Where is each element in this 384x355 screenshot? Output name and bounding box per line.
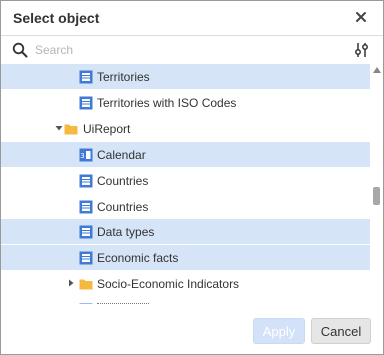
tree-item[interactable]: Data types [1,219,370,244]
calendar-dictionary-icon: 3 [79,148,93,162]
tree-item[interactable]: Territories [1,64,370,89]
dialog-footer: Apply Cancel [1,306,383,354]
tree-folder[interactable]: Socio-Economic Indicators [1,271,370,296]
folder-icon [79,279,93,290]
scrollbar-thumb[interactable] [373,187,380,205]
table-icon [79,251,93,265]
tree-item-label: Economic facts [97,251,179,265]
filter-settings-icon[interactable] [353,42,371,58]
tree-folder-label: UiReport [83,122,131,136]
tree-item-label: Territories [97,70,150,84]
table-icon [79,225,93,239]
svg-text:3: 3 [80,152,84,160]
dialog-title: Select object [13,10,100,26]
table-icon [79,96,93,110]
tree-scrollbar[interactable] [371,64,383,304]
tree-item[interactable]: Countries [1,194,370,219]
scroll-up-arrow-icon[interactable] [373,67,381,73]
tree-item-label: Countries [97,174,149,188]
folder-icon [64,124,78,135]
object-tree: Territories Territories with ISO Codes U… [1,64,371,304]
table-icon [79,70,93,84]
tree-item[interactable]: Territories with ISO Codes [1,90,370,115]
close-icon[interactable] [351,7,371,27]
table-icon [79,200,93,214]
tree-item-label: Countries [97,200,149,214]
tree-item-label: Data types [97,225,155,239]
table-icon [79,303,93,304]
caret-right-icon[interactable] [67,279,75,287]
tree-item-label: Territories with ISO Codes [97,96,237,110]
select-object-dialog: Select object Territories [0,0,384,355]
tree-item-partial[interactable] [1,297,370,304]
tree-item-label: Calendar [97,148,146,162]
caret-down-icon[interactable] [55,124,63,132]
tree-folder-label: Socio-Economic Indicators [97,277,240,291]
search-bar [1,37,383,63]
tree-item[interactable]: Economic facts [1,245,370,270]
tree-item[interactable]: Countries [1,168,370,193]
tree-item[interactable]: 3 Calendar [1,142,370,167]
apply-button[interactable]: Apply [253,318,305,344]
tree-folder[interactable]: UiReport [1,116,370,141]
search-input[interactable] [35,40,335,60]
dialog-header: Select object [1,1,383,36]
tree-item-label-cut [97,303,149,304]
cancel-button[interactable]: Cancel [311,318,371,344]
table-icon [79,174,93,188]
search-icon [12,42,28,58]
